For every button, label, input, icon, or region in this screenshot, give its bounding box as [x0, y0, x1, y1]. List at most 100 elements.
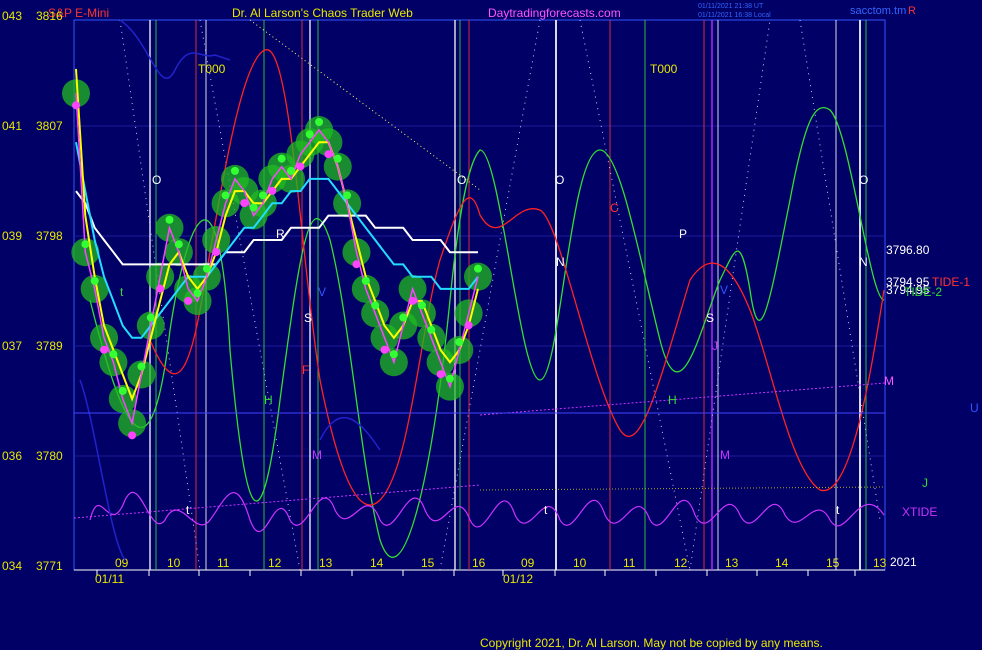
y-tick-label-left: 034: [2, 559, 22, 573]
cycle-marker-label: U: [970, 401, 979, 415]
y-tick-label-left: 037: [2, 339, 22, 353]
price-dot: [212, 248, 221, 256]
y-tick-label-right: 3798: [36, 229, 63, 243]
xtide-curve: [89, 491, 885, 533]
cycle-marker-label: N: [556, 255, 565, 269]
price-dot: [305, 130, 314, 139]
dotted-cycle-line: [579, 19, 691, 571]
cycle-marker-label: J: [712, 339, 718, 353]
price-dot: [399, 313, 408, 322]
price-dot: [445, 374, 454, 383]
site-link[interactable]: Daytradingforecasts.com: [488, 6, 621, 20]
cycle-marker-label: O: [152, 173, 161, 187]
chart-title: Dr. Al Larson's Chaos Trader Web: [232, 6, 413, 20]
y-tick-label-right: 3771: [36, 559, 63, 573]
x-tick-label: 11: [623, 556, 636, 570]
price-dot: [361, 276, 370, 285]
cycle-marker-label: H: [264, 393, 273, 407]
price-dot: [128, 431, 137, 440]
price-dot: [109, 350, 118, 359]
price-dot: [137, 362, 146, 371]
y-tick-label-left: 043: [2, 9, 22, 23]
cycle-marker-label: P: [679, 227, 687, 241]
y-tick-label-right: 3789: [36, 339, 63, 353]
price-dot: [174, 240, 183, 249]
price-dot: [352, 260, 361, 269]
y-tick-label-right: 3780: [36, 449, 63, 463]
price-dot: [436, 370, 445, 379]
cycle-marker-label: J: [922, 476, 928, 490]
y-tick-label-left: 039: [2, 229, 22, 243]
date-label: 01/11: [95, 572, 124, 586]
x-tick-label: 09: [521, 556, 535, 570]
cycle-marker-label: T000: [650, 62, 678, 76]
price-dot: [324, 150, 333, 159]
cycle-marker-label: S: [304, 311, 312, 325]
price-dot: [156, 284, 165, 293]
price-dot: [296, 162, 305, 171]
cycle-marker-label: C: [610, 201, 619, 215]
price-dot: [81, 240, 90, 249]
cycle-marker-label: F: [302, 363, 309, 377]
cycle-marker-label: O: [555, 173, 564, 187]
price-dot: [408, 296, 417, 305]
chaos-trader-chart: S&P E-Mini Dr. Al Larson's Chaos Trader …: [2, 3, 979, 586]
x-tick-label: 12: [674, 556, 688, 570]
cycle-marker-label: N: [859, 255, 868, 269]
price-dot: [240, 199, 249, 208]
cycle-marker-label: T000: [198, 62, 226, 76]
dotted-cycle-line: [689, 19, 771, 571]
x-tick-label: 15: [421, 556, 435, 570]
cycle-marker-label: V: [720, 283, 728, 297]
x-tick-label: 13: [725, 556, 739, 570]
x-tick-label: 09: [115, 556, 129, 570]
xtide-projection: [479, 382, 886, 416]
price-dot: [389, 350, 398, 359]
y-tick-label-left: 041: [2, 119, 22, 133]
copyright-notice: Copyright 2021, Dr. Al Larson. May not b…: [480, 636, 823, 650]
x-tick-label: 13: [319, 556, 333, 570]
price-dot: [184, 296, 193, 305]
cycle-marker-label: O: [457, 173, 466, 187]
price-dot: [277, 154, 286, 163]
timestamp-ut: 01/11/2021 21:38 UT: [698, 3, 764, 10]
price-dot: [221, 191, 230, 200]
tide-2-curve: [89, 106, 885, 558]
y-tick-label-right: 3807: [36, 119, 63, 133]
cycle-marker-label: M: [720, 448, 730, 462]
brand-label: sacctom.tm: [850, 5, 906, 17]
forecast-line: [479, 486, 886, 491]
price-dot: [268, 186, 277, 195]
marker-labels: T000 T000 O O O O R P C N N S S H H M M M J J V V Ft t t t U: [120, 62, 979, 517]
price-dot: [193, 289, 202, 298]
x-tick-label: 14: [370, 556, 384, 570]
cycle-marker-label: t: [120, 285, 124, 299]
cycle-marker-label: H: [668, 393, 677, 407]
price-dot: [380, 345, 389, 354]
series-end-label: XTIDE: [902, 505, 937, 519]
x-tick-label: 10: [167, 556, 181, 570]
dotted-cycle-line: [799, 19, 881, 521]
price-dot: [343, 191, 352, 200]
price-dot: [474, 264, 482, 273]
x-tick-label: 10: [573, 556, 587, 570]
price-dot: [146, 313, 155, 322]
y-tick-label-right: 3816: [36, 9, 63, 23]
dotted-cycle-line: [199, 19, 301, 571]
price-dot: [315, 118, 324, 126]
x-tick-label: 15: [826, 556, 840, 570]
cycle-marker-label: t: [544, 503, 548, 517]
price-dot: [90, 276, 99, 285]
price-dot: [258, 191, 267, 200]
brand-suffix: R: [908, 5, 916, 17]
price-dot: [165, 215, 174, 224]
price-dot: [455, 338, 464, 346]
cycle-marker-label: O: [859, 173, 868, 187]
price-dot: [230, 166, 239, 175]
timestamp-local: 01/11/2021 16:38 Local: [698, 12, 771, 19]
x-tick-label: 11: [217, 556, 230, 570]
last-price-label: 3796.80: [886, 243, 930, 257]
x-tick-label: 12: [268, 556, 282, 570]
y-tick-label-left: 036: [2, 449, 22, 463]
x-tick-label: 14: [775, 556, 789, 570]
